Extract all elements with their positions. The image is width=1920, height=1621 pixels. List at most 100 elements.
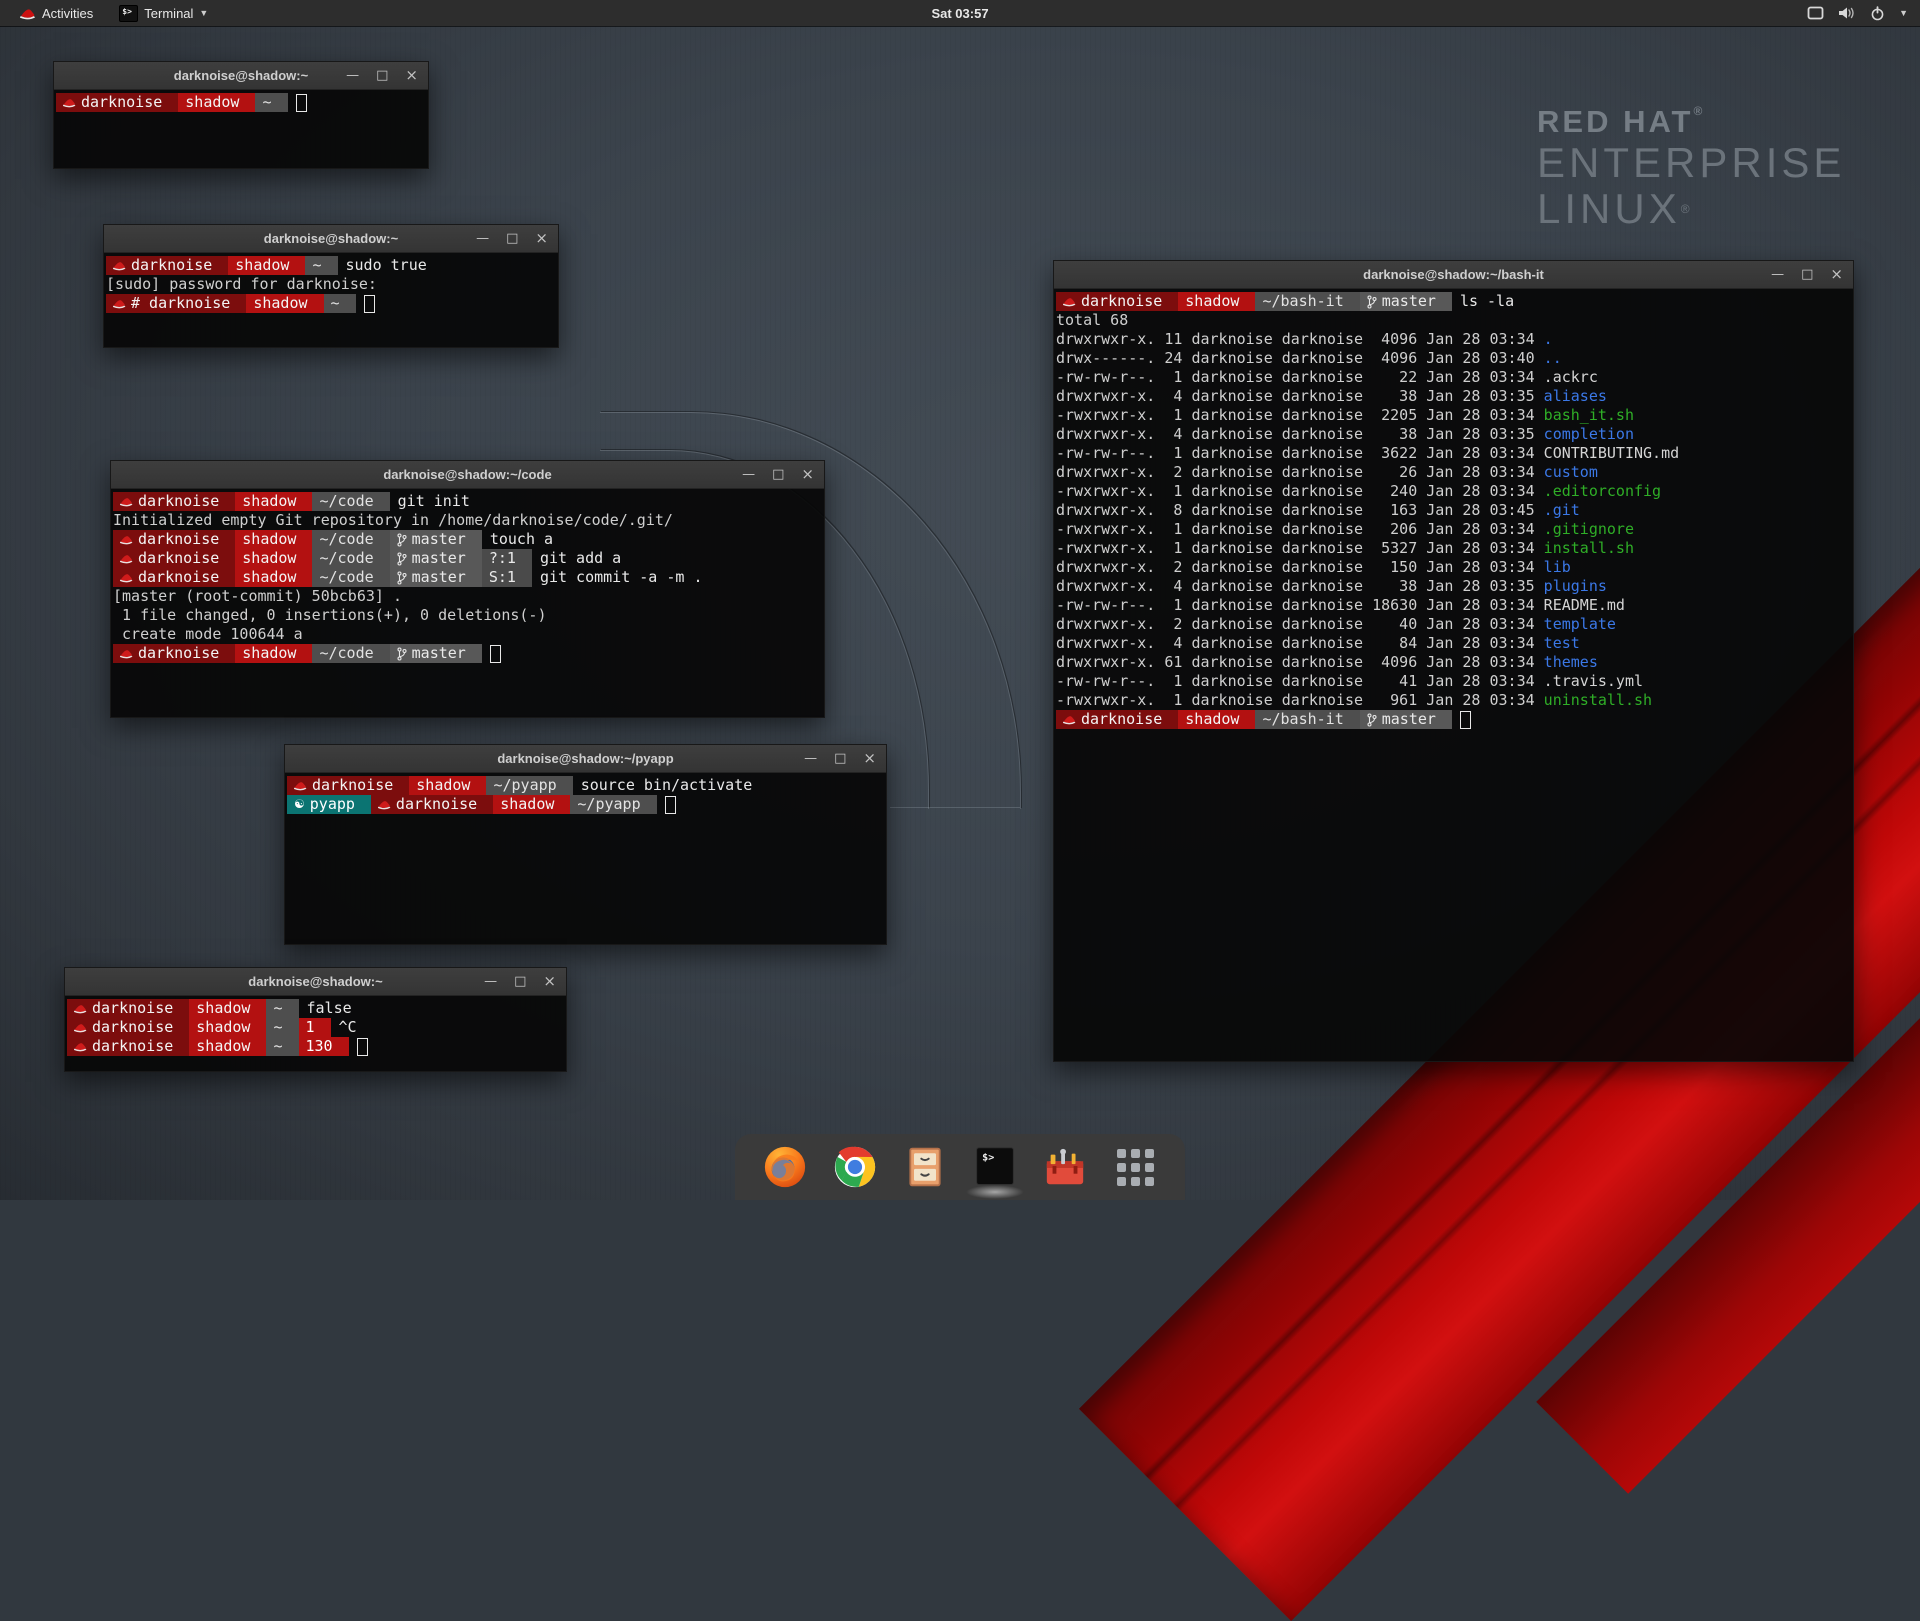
segment-text: shadow xyxy=(242,568,296,587)
close-button[interactable]: × xyxy=(535,225,548,252)
segment-text: S:1 xyxy=(489,568,516,587)
terminal-output-line: [master (root-commit) 50bcb63] . xyxy=(113,587,824,606)
terminal-content[interactable]: darknoiseshadow~false darknoiseshadow~1^… xyxy=(65,996,566,1056)
segment-text: darknoise xyxy=(131,256,212,275)
segment-text: ~/code xyxy=(319,549,373,568)
maximize-button[interactable]: □ xyxy=(834,745,846,772)
prompt-segment-path: ~ xyxy=(305,256,328,275)
powerline-separator xyxy=(1351,710,1360,729)
segment-text: shadow xyxy=(196,999,250,1018)
dock-item-toolbox[interactable] xyxy=(1041,1143,1089,1191)
screen-icon[interactable] xyxy=(1807,6,1824,20)
terminal-content[interactable]: darknoiseshadow~/bash-it masterls -latot… xyxy=(1054,289,1853,729)
redhat-fedora-icon xyxy=(1063,714,1076,725)
ls-row-meta: -rwxrwxr-x. 1 darknoise darknoise 2205 J… xyxy=(1056,406,1544,425)
segment-text: ~/pyapp xyxy=(493,776,556,795)
prompt-segment-user: darknoise xyxy=(67,1037,180,1056)
maximize-button[interactable]: □ xyxy=(506,225,518,252)
minimize-button[interactable]: — xyxy=(346,62,359,89)
prompt-segment-git: master xyxy=(390,549,473,568)
ls-file-name: README.md xyxy=(1544,596,1625,615)
prompt-segment-user: darknoise xyxy=(67,1018,180,1037)
command-text: git add a xyxy=(540,549,621,568)
window-title: darknoise@shadow:~/pyapp xyxy=(497,751,673,766)
svg-text:$>: $> xyxy=(982,1153,994,1164)
powerline-separator xyxy=(340,1037,349,1056)
segment-text: darknoise xyxy=(138,492,219,511)
close-button[interactable]: × xyxy=(543,968,556,995)
segment-text: ~/bash-it xyxy=(1262,292,1343,311)
maximize-button[interactable]: □ xyxy=(514,968,526,995)
powerline-separator xyxy=(226,644,235,663)
prompt-segment-git: master xyxy=(390,530,473,549)
ls-file-name: .gitignore xyxy=(1544,520,1634,539)
window-titlebar[interactable]: darknoise@shadow:~ — □ × xyxy=(104,225,558,253)
terminal-content[interactable]: darknoiseshadow~ xyxy=(54,90,428,112)
powerline-separator xyxy=(1443,710,1452,729)
redhat-fedora-icon xyxy=(1063,296,1076,307)
ls-file-name: completion xyxy=(1544,425,1634,444)
dock-item-chrome[interactable] xyxy=(831,1143,879,1191)
dock-item-terminal[interactable]: $> xyxy=(971,1143,1019,1191)
segment-text: ~ xyxy=(273,1037,282,1056)
dock-item-firefox[interactable] xyxy=(761,1143,809,1191)
ls-row: -rwxrwxr-x. 1 darknoise darknoise 2205 J… xyxy=(1056,406,1853,425)
minimize-button[interactable]: — xyxy=(476,225,489,252)
minimize-button[interactable]: — xyxy=(1771,261,1784,288)
chevron-down-icon[interactable]: ▼ xyxy=(1899,8,1908,18)
window-titlebar[interactable]: darknoise@shadow:~/code — □ × xyxy=(111,461,824,489)
powerline-separator xyxy=(246,93,255,112)
activities-label: Activities xyxy=(42,6,93,21)
dock-item-app-grid[interactable] xyxy=(1111,1143,1159,1191)
terminal-content[interactable]: darknoiseshadow~/codegit initInitialized… xyxy=(111,489,824,663)
power-icon[interactable] xyxy=(1870,6,1885,21)
minimize-button[interactable]: — xyxy=(742,461,755,488)
prompt-line: darknoiseshadow~/code master xyxy=(113,644,824,663)
terminal-content[interactable]: darknoiseshadow~sudo true[sudo] password… xyxy=(104,253,558,313)
terminal-output-line: total 68 xyxy=(1056,311,1853,330)
minimize-button[interactable]: — xyxy=(804,745,817,772)
terminal-content[interactable]: darknoiseshadow~/pyappsource bin/activat… xyxy=(285,773,886,814)
window-titlebar[interactable]: darknoise@shadow:~ — □ × xyxy=(65,968,566,996)
redhat-fedora-icon xyxy=(63,97,76,108)
app-grid-icon xyxy=(1117,1149,1154,1186)
powerline-separator xyxy=(648,795,657,814)
window-titlebar[interactable]: darknoise@shadow:~ — □ × xyxy=(54,62,428,90)
ls-row-meta: -rwxrwxr-x. 1 darknoise darknoise 240 Ja… xyxy=(1056,482,1544,501)
redhat-fedora-icon xyxy=(120,553,133,564)
close-button[interactable]: × xyxy=(863,745,876,772)
prompt-segment-git: master xyxy=(390,644,473,663)
prompt-segment-git: master xyxy=(1360,292,1443,311)
prompt-segment-host: shadow xyxy=(1178,710,1246,729)
close-button[interactable]: × xyxy=(405,62,418,89)
ls-file-name: test xyxy=(1544,634,1580,653)
powerline-separator xyxy=(226,492,235,511)
app-menu-terminal[interactable]: $> Terminal ▼ xyxy=(109,0,218,26)
segment-text: ~/bash-it xyxy=(1262,710,1343,729)
activities-button[interactable]: Activities xyxy=(10,0,103,26)
clock[interactable]: Sat 03:57 xyxy=(931,6,988,21)
segment-text: shadow xyxy=(1185,292,1239,311)
dock: $> xyxy=(735,1134,1185,1200)
window-titlebar[interactable]: darknoise@shadow:~/bash-it — □ × xyxy=(1054,261,1853,289)
close-button[interactable]: × xyxy=(801,461,814,488)
close-button[interactable]: × xyxy=(1830,261,1843,288)
ls-row-meta: -rwxrwxr-x. 1 darknoise darknoise 206 Ja… xyxy=(1056,520,1544,539)
volume-icon[interactable] xyxy=(1838,6,1856,20)
powerline-separator xyxy=(257,999,266,1018)
output-text: create mode 100644 a xyxy=(113,625,303,644)
maximize-button[interactable]: □ xyxy=(376,62,388,89)
terminal-cursor xyxy=(490,645,501,663)
dock-item-files[interactable] xyxy=(901,1143,949,1191)
powerline-separator xyxy=(523,568,532,587)
prompt-segment-path: ~/bash-it xyxy=(1255,292,1350,311)
maximize-button[interactable]: □ xyxy=(1801,261,1813,288)
wallpaper-arc-cap xyxy=(890,807,1020,808)
redhat-fedora-icon xyxy=(74,1022,87,1033)
rhel-logo: RED HAT® ENTERPRISE LINUX® xyxy=(1537,104,1845,232)
prompt-segment-host: shadow xyxy=(493,795,561,814)
minimize-button[interactable]: — xyxy=(484,968,497,995)
maximize-button[interactable]: □ xyxy=(772,461,784,488)
window-titlebar[interactable]: darknoise@shadow:~/pyapp — □ × xyxy=(285,745,886,773)
prompt-segment-host: shadow xyxy=(178,93,246,112)
